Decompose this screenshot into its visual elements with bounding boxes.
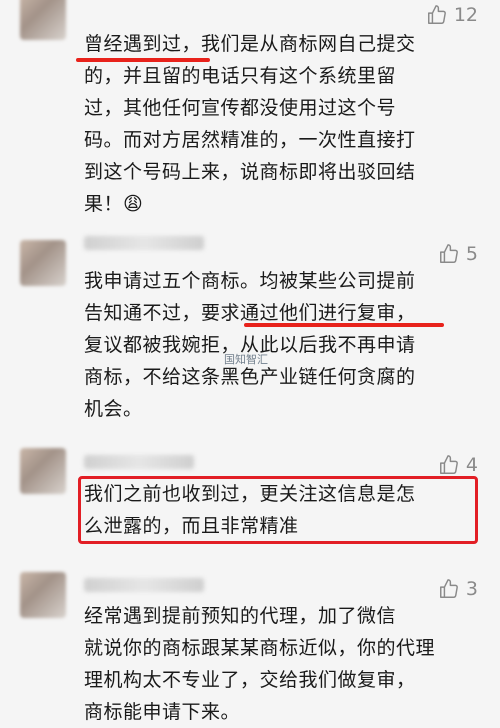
highlight-underline: [244, 323, 444, 327]
thumbs-up-icon: [439, 244, 458, 263]
comment-text: 我们之前也收到过，更关注这信息是怎 么泄露的，而且非常精准: [84, 483, 416, 537]
watermark: 国知智汇: [224, 353, 268, 366]
like-count: 3: [465, 578, 478, 600]
username: [84, 578, 204, 592]
like-button[interactable]: 12: [426, 4, 478, 26]
like-button[interactable]: 3: [438, 578, 478, 600]
username: [84, 455, 194, 469]
username: [84, 236, 204, 250]
like-count: 4: [465, 454, 478, 476]
comment-text: 我申请过五个商标。均被某些公司提前 告知通不过，要求通过他们进行复审， 复议都被…: [84, 270, 416, 420]
comment-text: 经常遇到提前预知的代理，加了微信 就说你的商标跟某某商标近似，你的代理 理机构太…: [84, 605, 436, 723]
thumbs-up-icon: [439, 455, 458, 474]
like-button[interactable]: 4: [438, 454, 478, 476]
avatar[interactable]: [20, 448, 66, 494]
like-button[interactable]: 5: [438, 243, 478, 265]
thumbs-up-icon: [439, 579, 458, 598]
comment-text: 曾经遇到过，我们是从商标网自己提交 的，并且留的电话只有这个系统里留 过，其他任…: [84, 33, 416, 215]
like-count: 12: [453, 4, 478, 26]
highlight-underline: [76, 58, 210, 62]
avatar[interactable]: [20, 0, 66, 40]
like-count: 5: [465, 243, 478, 265]
avatar[interactable]: [20, 572, 66, 618]
avatar[interactable]: [20, 240, 66, 286]
thumbs-up-icon: [427, 5, 446, 24]
